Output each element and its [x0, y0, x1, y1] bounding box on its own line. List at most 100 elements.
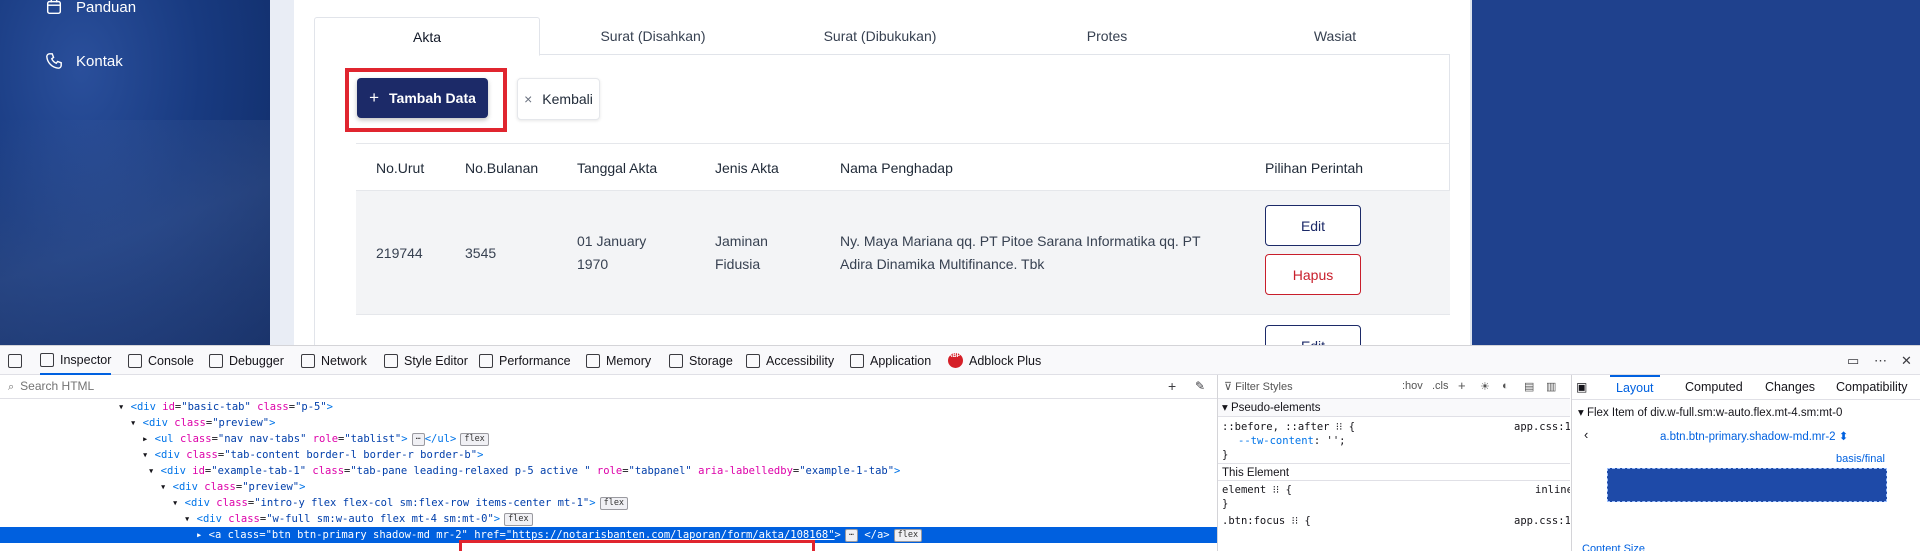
tab-surat-dibukukan[interactable]: Surat (Dibukukan)	[766, 17, 994, 55]
flex-item-diagram	[1607, 468, 1887, 502]
table-row: Edit	[356, 315, 1450, 345]
cell-nama-line: Adira Dinamika Multifinance. Tbk	[840, 256, 1045, 272]
close-devtools-icon[interactable]: ✕	[1901, 353, 1912, 369]
devtools-toolbar: Inspector Console Debugger Network Style…	[0, 346, 1920, 375]
tab-label: Console	[148, 353, 194, 368]
tab-storage[interactable]: Storage	[669, 346, 733, 375]
cell-nama-line: Ny. Maya Mariana qq. PT Pitoe Sarana Inf…	[840, 233, 1201, 249]
debugger-icon	[209, 353, 223, 368]
flex-item-title: Flex Item of div.w-full.sm:w-auto.flex.m…	[1586, 407, 1843, 419]
pseudo-elements-section[interactable]: ▾ Pseudo-elements	[1218, 399, 1570, 417]
css-rule[interactable]: .btn:focus ⁝⁝ {	[1222, 515, 1311, 527]
chevron-left-icon[interactable]: ‹	[1584, 427, 1588, 442]
main-card: Akta Surat (Disahkan) Surat (Dibukukan) …	[294, 0, 1470, 345]
tab-inspector[interactable]: Inspector	[40, 346, 112, 375]
selected-element-selector[interactable]: a.btn.btn-primary.shadow-md.mr-2 ⬍	[1660, 429, 1848, 443]
cell-tanggal-line: 01 January	[577, 233, 647, 249]
add-node-icon[interactable]: +	[1168, 378, 1176, 394]
tab-label: Debugger	[229, 353, 284, 368]
pick-element-icon[interactable]	[8, 346, 22, 375]
css-rule[interactable]: ::before, ::after ⁝⁝ {	[1222, 421, 1355, 433]
tab-label: Application	[870, 353, 932, 368]
cell-no-bulanan: 3545	[465, 245, 497, 261]
inspector-icon	[40, 352, 54, 367]
html-node[interactable]: ▾ <div id="example-tab-1" class="tab-pan…	[148, 463, 900, 479]
accessibility-icon	[746, 353, 760, 368]
console-icon	[128, 353, 142, 368]
tab-performance[interactable]: Performance	[479, 346, 571, 375]
print-media-icon[interactable]: ▤	[1524, 380, 1534, 393]
tab-label: Style Editor	[404, 353, 468, 368]
hov-toggle[interactable]: :hov	[1402, 380, 1423, 392]
column-header: Pilihan Perintah	[1265, 160, 1364, 176]
edit-button[interactable]: Edit	[1265, 205, 1361, 246]
dock-icon[interactable]: ▭	[1847, 353, 1859, 369]
tab-wasiat[interactable]: Wasiat	[1220, 17, 1450, 55]
content-size-label: Content Size	[1582, 543, 1645, 551]
html-node[interactable]: ▾ <div class="tab-content border-l borde…	[142, 447, 483, 463]
dark-theme-icon[interactable]: ◐	[1502, 380, 1509, 392]
column-header: Jenis Akta	[715, 160, 779, 176]
network-icon	[301, 353, 315, 368]
styles-filter-bar: ⊽ Filter Styles :hov .cls + ☀ ◐ ▤ ▥	[1218, 375, 1570, 399]
tab-layout[interactable]: Layout	[1610, 375, 1660, 399]
table-row: 219744 3545 01 January 1970 Jaminan Fidu…	[356, 191, 1450, 315]
tab-changes[interactable]: Changes	[1765, 375, 1815, 399]
tab-adblock-plus[interactable]: ABP Adblock Plus	[948, 346, 1041, 375]
css-rule-end: }	[1222, 498, 1229, 510]
adblock-plus-icon: ABP	[948, 353, 963, 368]
tab-protes[interactable]: Protes	[994, 17, 1220, 55]
html-node[interactable]: ▾ <div class="preview">	[130, 415, 275, 431]
eyedropper-icon[interactable]: ✎	[1195, 379, 1205, 393]
tab-label: Memory	[606, 353, 652, 368]
delete-button[interactable]: Hapus	[1265, 254, 1361, 295]
light-theme-icon[interactable]: ☀	[1480, 380, 1490, 393]
tab-akta[interactable]: Akta	[314, 17, 540, 56]
tab-style-editor[interactable]: Style Editor	[384, 346, 468, 375]
cell-jenis-line: Jaminan	[715, 233, 768, 249]
html-node[interactable]: ▾ <div class="intro-y flex flex-col sm:f…	[172, 495, 629, 511]
highlight-box	[345, 68, 507, 132]
more-options-icon[interactable]: ⋯	[1874, 353, 1887, 369]
tab-bar: Akta Surat (Disahkan) Surat (Dibukukan) …	[314, 17, 1450, 56]
filter-styles-input[interactable]: ⊽ Filter Styles	[1224, 380, 1293, 393]
tab-application[interactable]: Application	[850, 346, 931, 375]
sidebar-item-kontak[interactable]: Kontak	[44, 51, 123, 71]
toggle-sidebar-icon[interactable]: ▥	[1546, 380, 1556, 393]
devtools-panel: Inspector Console Debugger Network Style…	[0, 345, 1920, 551]
performance-icon	[479, 353, 493, 368]
tab-console[interactable]: Console	[128, 346, 194, 375]
akta-table: No.Urut No.Bulanan Tanggal Akta Jenis Ak…	[356, 143, 1450, 345]
layout-pane: ▣ Layout Computed Changes Compatibility …	[1571, 375, 1920, 551]
tab-compatibility[interactable]: Compatibility	[1836, 375, 1908, 399]
sidebar-item-panduan[interactable]: Panduan	[44, 0, 136, 17]
tab-surat-disahkan[interactable]: Surat (Disahkan)	[540, 17, 766, 55]
back-button[interactable]: × Kembali	[517, 78, 600, 120]
tab-accessibility[interactable]: Accessibility	[746, 346, 834, 375]
cell-jenis: Jaminan Fidusia	[715, 230, 768, 276]
html-node[interactable]: ▸ <ul class="nav nav-tabs" role="tablist…	[142, 431, 489, 447]
cls-toggle[interactable]: .cls	[1432, 380, 1449, 392]
css-source[interactable]: app.css:1	[1514, 515, 1570, 527]
search-placeholder: Search HTML	[20, 379, 95, 393]
html-node[interactable]: ▾ <div class="preview">	[160, 479, 305, 495]
css-declaration[interactable]: --tw-content: '';	[1238, 435, 1345, 447]
html-search-input[interactable]: ⌕ Search HTML	[8, 379, 94, 394]
add-rule-icon[interactable]: +	[1458, 378, 1466, 393]
tab-network[interactable]: Network	[301, 346, 367, 375]
sidebar-item-label: Panduan	[76, 0, 137, 16]
html-node[interactable]: ▾ <div class="w-full sm:w-auto flex mt-4…	[184, 511, 533, 527]
html-node[interactable]: ▾ <div id="basic-tab" class="p-5">	[118, 399, 333, 415]
toggle-pane-icon[interactable]: ▣	[1576, 380, 1587, 394]
search-icon: ⌕	[8, 381, 15, 393]
highlight-box	[459, 540, 815, 551]
css-source[interactable]: app.css:1	[1514, 421, 1570, 433]
tab-memory[interactable]: Memory	[586, 346, 651, 375]
tab-computed[interactable]: Computed	[1685, 375, 1743, 399]
tab-debugger[interactable]: Debugger	[209, 346, 284, 375]
flex-item-header[interactable]: ▾ Flex Item of div.w-full.sm:w-auto.flex…	[1578, 405, 1842, 419]
css-rule[interactable]: element ⁝⁝ {	[1222, 484, 1292, 496]
sidebar-item-label: Kontak	[76, 52, 123, 70]
edit-button[interactable]: Edit	[1265, 325, 1361, 345]
html-tree: ▾ <div id="basic-tab" class="p-5"> ▾ <di…	[0, 399, 1217, 551]
